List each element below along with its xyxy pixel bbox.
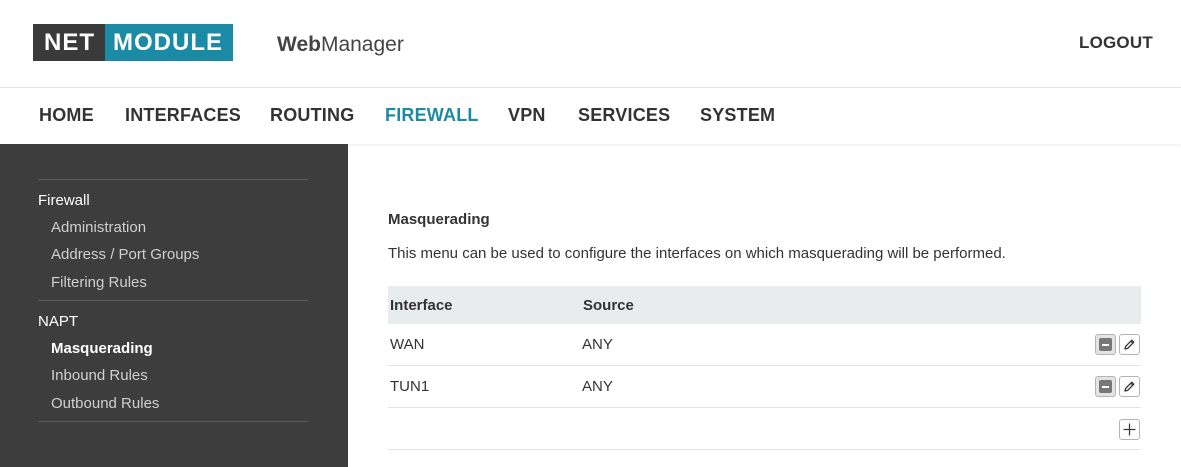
nav-services[interactable]: SERVICES — [578, 105, 670, 126]
sidebar: Firewall Administration Address / Port G… — [0, 144, 348, 467]
cell-interface: TUN1 — [390, 378, 430, 395]
column-header-source: Source — [583, 297, 634, 314]
sidebar-divider — [38, 179, 308, 180]
sidebar-item-inbound-rules[interactable]: Inbound Rules — [51, 367, 148, 384]
remove-button[interactable] — [1095, 334, 1116, 355]
nav-system[interactable]: SYSTEM — [700, 105, 775, 126]
sidebar-divider — [38, 300, 308, 301]
sidebar-item-administration[interactable]: Administration — [51, 219, 146, 236]
nav-interfaces[interactable]: INTERFACES — [125, 105, 241, 126]
column-header-interface: Interface — [390, 297, 453, 314]
edit-button[interactable] — [1119, 376, 1140, 397]
add-row — [388, 408, 1141, 450]
cell-source: ANY — [582, 378, 613, 395]
cell-interface: WAN — [390, 336, 425, 353]
cell-source: ANY — [582, 336, 613, 353]
sidebar-divider — [38, 421, 308, 422]
sidebar-item-masquerading[interactable]: Masquerading — [51, 340, 153, 357]
nav-routing[interactable]: ROUTING — [270, 105, 354, 126]
table-row: WAN ANY — [388, 324, 1141, 366]
header: NET MODULE WebManager LOGOUT — [0, 0, 1181, 88]
table-row: TUN1 ANY — [388, 366, 1141, 408]
sidebar-item-address-port-groups[interactable]: Address / Port Groups — [51, 246, 199, 263]
minus-square-icon — [1099, 380, 1112, 393]
logo-module: MODULE — [105, 24, 233, 61]
page-description: This menu can be used to configure the i… — [388, 245, 1006, 262]
logo-net: NET — [33, 24, 105, 61]
pencil-icon — [1124, 381, 1135, 392]
logout-link[interactable]: LOGOUT — [1079, 33, 1153, 53]
app-name-rest: Manager — [320, 33, 404, 56]
netmodule-logo[interactable]: NET MODULE — [33, 24, 233, 61]
minus-square-icon — [1099, 338, 1112, 351]
nav-firewall[interactable]: FIREWALL — [385, 105, 479, 126]
add-button[interactable] — [1119, 419, 1140, 440]
row-actions — [1095, 334, 1140, 355]
main-content: Masquerading This menu can be used to co… — [348, 144, 1181, 467]
sidebar-group-napt[interactable]: NAPT — [38, 313, 78, 330]
page-title: Masquerading — [388, 211, 490, 228]
app-name: WebManager — [277, 33, 404, 57]
table-header: Interface Source — [388, 286, 1141, 324]
main-nav: HOME INTERFACES ROUTING FIREWALL VPN SER… — [0, 88, 1181, 144]
sidebar-group-firewall[interactable]: Firewall — [38, 192, 90, 209]
masquerading-table: Interface Source WAN ANY TUN1 ANY — [388, 286, 1141, 450]
edit-button[interactable] — [1119, 334, 1140, 355]
remove-button[interactable] — [1095, 376, 1116, 397]
app-name-bold: Web — [277, 33, 321, 56]
row-actions — [1095, 376, 1140, 397]
plus-icon — [1123, 423, 1136, 436]
pencil-icon — [1124, 339, 1135, 350]
nav-home[interactable]: HOME — [39, 105, 94, 126]
nav-vpn[interactable]: VPN — [508, 105, 546, 126]
sidebar-item-filtering-rules[interactable]: Filtering Rules — [51, 274, 147, 291]
sidebar-item-outbound-rules[interactable]: Outbound Rules — [51, 395, 159, 412]
add-actions — [1119, 419, 1140, 440]
